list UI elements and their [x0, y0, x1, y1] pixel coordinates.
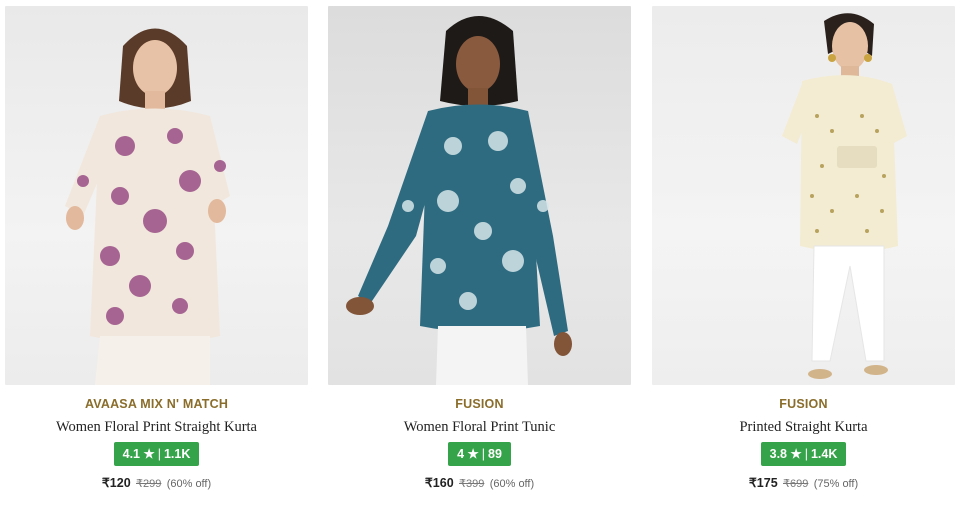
- selling-price: ₹120: [101, 476, 131, 490]
- original-price: ₹399: [459, 478, 485, 490]
- model-photo-teal-tunic-icon: [346, 16, 572, 385]
- product-image[interactable]: [328, 6, 631, 385]
- product-brand[interactable]: FUSION: [328, 397, 631, 413]
- product-title[interactable]: Printed Straight Kurta: [652, 419, 955, 437]
- rating-badge: 3.8 ★ | 1.4K: [760, 442, 847, 466]
- rating-value: 3.8: [769, 447, 788, 461]
- selling-price: ₹160: [424, 476, 454, 490]
- original-price: ₹699: [783, 478, 809, 490]
- rating-separator: |: [481, 447, 485, 461]
- model-photo-cream-kurta-icon: [782, 13, 907, 379]
- discount-label: (60% off): [166, 478, 212, 490]
- star-icon: ★: [467, 447, 479, 461]
- model-photo-floral-kurta-icon: [65, 28, 230, 385]
- review-count: 89: [488, 447, 502, 461]
- original-price: ₹299: [136, 478, 162, 490]
- product-card[interactable]: FUSION Printed Straight Kurta 3.8 ★ | 1.4K…: [652, 6, 955, 511]
- discount-label: (60% off): [489, 478, 535, 490]
- star-icon: ★: [143, 447, 155, 461]
- selling-price: ₹175: [748, 476, 778, 490]
- product-card[interactable]: FUSION Women Floral Print Tunic 4 ★ | 89 ₹…: [328, 6, 631, 511]
- product-grid: AVAASA MIX N' MATCH Women Floral Print S…: [0, 0, 957, 520]
- price-row: ₹120 ₹299 (60% off): [5, 475, 308, 491]
- product-card[interactable]: AVAASA MIX N' MATCH Women Floral Print S…: [5, 6, 308, 511]
- rating-value: 4: [457, 447, 465, 461]
- product-brand[interactable]: FUSION: [652, 397, 955, 413]
- star-icon: ★: [790, 447, 802, 461]
- review-count: 1.1K: [163, 447, 191, 461]
- rating-badge: 4.1 ★ | 1.1K: [113, 442, 200, 466]
- price-row: ₹160 ₹399 (60% off): [328, 475, 631, 491]
- rating-badge: 4 ★ | 89: [448, 442, 511, 466]
- rating-value: 4.1: [122, 447, 141, 461]
- rating-separator: |: [157, 447, 161, 461]
- product-image[interactable]: [5, 6, 308, 385]
- rating-separator: |: [804, 447, 808, 461]
- discount-label: (75% off): [813, 478, 859, 490]
- review-count: 1.4K: [810, 447, 838, 461]
- product-title[interactable]: Women Floral Print Tunic: [328, 419, 631, 437]
- product-brand[interactable]: AVAASA MIX N' MATCH: [5, 397, 308, 413]
- product-image[interactable]: [652, 6, 955, 385]
- price-row: ₹175 ₹699 (75% off): [652, 475, 955, 491]
- product-title[interactable]: Women Floral Print Straight Kurta: [5, 419, 308, 437]
